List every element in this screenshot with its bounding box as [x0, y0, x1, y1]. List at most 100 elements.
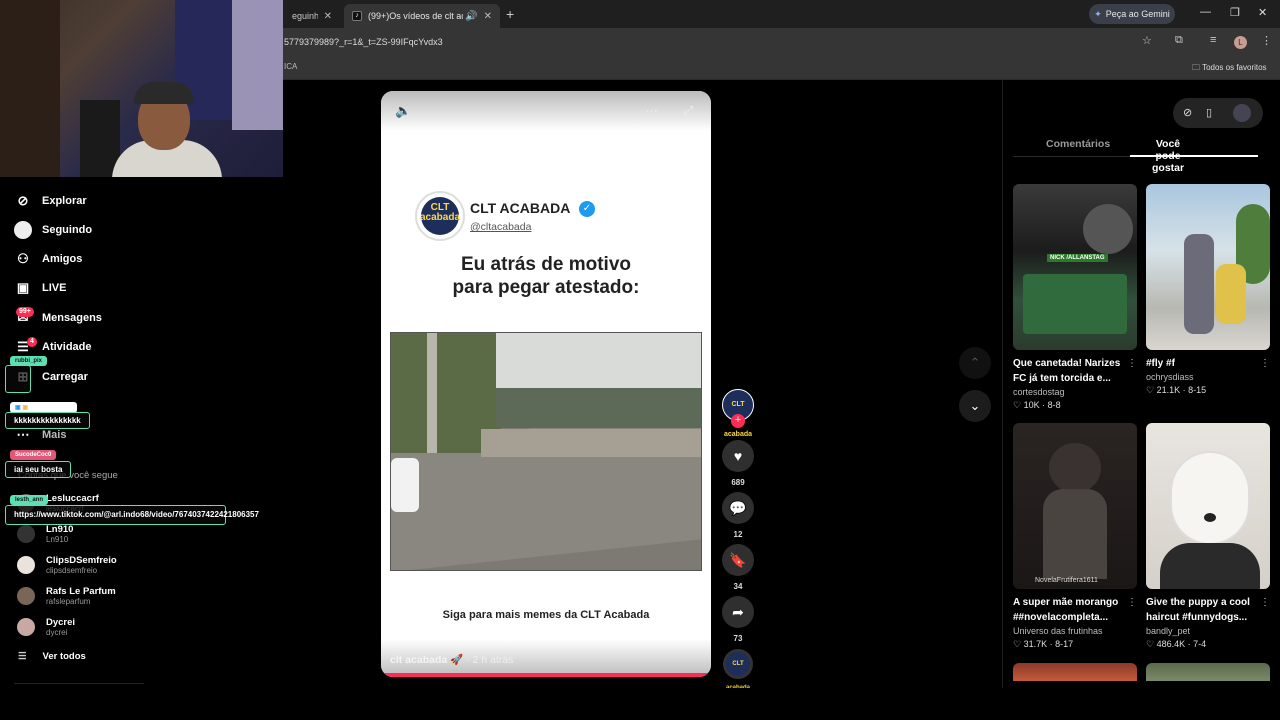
profile-avatar[interactable]: L [1234, 36, 1247, 49]
new-tab-button[interactable]: + [506, 6, 514, 22]
follow-button[interactable]: + [731, 414, 745, 428]
video-card[interactable]: #fly #f ⋮ ochrysdiass ♡ 21.1K · 8-15 [1146, 184, 1270, 396]
chat-message: kkkkkkkkkkkkkkk [5, 412, 90, 429]
account-name: ClipsDSemfreio [46, 555, 117, 566]
followed-account[interactable]: Dycrei dycrei [17, 614, 75, 640]
see-all-button[interactable]: ☰ Ver todos [18, 651, 86, 662]
card-meta: ♡ 21.1K · 8-15 [1146, 385, 1270, 396]
folder-icon: 🗀 [1192, 63, 1200, 72]
bookmark-item[interactable]: ICA [284, 62, 297, 71]
video-progress-bar[interactable] [381, 673, 711, 677]
menu-dots-icon[interactable]: ⋮ [1261, 34, 1272, 47]
nav-amigos[interactable]: ⚇ Amigos [14, 248, 82, 270]
nav-seguindo[interactable]: Seguindo [14, 219, 92, 241]
speaker-icon[interactable]: 🔊 [465, 11, 477, 22]
thumbnail-character-body [1043, 489, 1107, 579]
video-author[interactable]: clt acabada 🚀 · 2 h atrás [390, 653, 513, 666]
gemini-button[interactable]: ✦ Peça ao Gemini [1089, 4, 1175, 24]
rocket-icon: 🚀 [450, 654, 467, 666]
nav-label: Amigos [42, 253, 83, 265]
compass-icon[interactable]: ⊘ [1183, 106, 1192, 119]
webcam-overlay [0, 0, 283, 177]
account-handle: rafsleparfum [46, 597, 91, 606]
card-date: 8-15 [1188, 385, 1207, 395]
previous-video-button[interactable]: ⌃ [959, 347, 991, 379]
nav-atividade[interactable]: ☰ Atividade [14, 336, 91, 358]
nav-explorar[interactable]: ⊘ Explorar [14, 190, 87, 212]
video-caption: Siga para mais memes da CLT Acabada [442, 609, 650, 621]
account-handle: dycrei [46, 628, 68, 637]
dot-separator: · [1042, 400, 1046, 410]
dot-separator: · [1049, 639, 1053, 649]
restore-icon[interactable]: ❐ [1230, 6, 1240, 19]
screen: eguinho - ✕ ♪ (99+)Os vídeos de clt acab… [0, 0, 1280, 720]
comment-button[interactable]: 💬 12 [722, 492, 754, 539]
next-video-button[interactable]: ⌄ [959, 390, 991, 422]
card-author: ochrysdiass [1146, 372, 1194, 382]
avatar[interactable] [1233, 104, 1251, 122]
phone-icon[interactable]: ▯ [1206, 106, 1212, 119]
close-tab-icon[interactable]: ✕ [484, 11, 492, 22]
video-thumbnail[interactable]: NICK /ALLANSTAG [1013, 184, 1137, 350]
avatar [17, 587, 35, 605]
video-card[interactable]: NovelaFrutifera1611 A super mãe morango … [1013, 423, 1137, 650]
card-more-icon[interactable]: ⋮ [1127, 597, 1137, 608]
nav-live[interactable]: ▣ LIVE [14, 277, 67, 299]
comment-icon: 💬 [722, 492, 754, 524]
video-thumbnail[interactable] [1146, 423, 1270, 589]
url-field[interactable]: 5779379989?_r=1&_t=ZS-99IFqcYvdx3 [284, 37, 443, 47]
clip-car [391, 458, 419, 512]
share-button[interactable]: ➦ 73 [722, 596, 754, 643]
video-thumbnail[interactable] [1146, 184, 1270, 350]
card-more-icon[interactable]: ⋮ [1127, 358, 1137, 369]
card-title: Give the puppy a cool haircut #funnydogs… [1146, 597, 1250, 623]
browser-tab-active[interactable]: ♪ (99+)Os vídeos de clt acaba 🔊 ✕ [344, 4, 500, 28]
followed-account[interactable]: Rafs Le Parfum rafsleparfum [17, 583, 116, 609]
close-tab-icon[interactable]: ✕ [324, 11, 332, 22]
browser-tab-inactive[interactable]: eguinho - ✕ [284, 4, 340, 28]
video-card[interactable]: Give the puppy a cool haircut #funnydogs… [1146, 423, 1270, 650]
thumbnail-overlay-text: NICK /ALLANSTAG [1047, 254, 1108, 262]
video-thumbnail[interactable] [1146, 663, 1270, 681]
extensions-icon[interactable]: ⧉ [1175, 34, 1183, 47]
like-count: 689 [731, 478, 745, 487]
video-thumbnail[interactable]: NovelaFrutifera1611 [1013, 423, 1137, 589]
more-options-icon[interactable]: ⋯ [645, 103, 658, 119]
heart-icon: ♥ [722, 440, 754, 472]
minimize-icon[interactable]: — [1200, 6, 1211, 18]
media-control-icon[interactable]: ≡ [1210, 34, 1216, 46]
video-card[interactable]: NICK /ALLANSTAG Que canetada! Narizes FC… [1013, 184, 1137, 411]
followed-account[interactable]: ClipsDSemfreio clipsdsemfreio [17, 552, 117, 578]
avatar [17, 618, 35, 636]
video-player[interactable]: 🔈 ⋯ ⤢ CLT acabada CLT ACABADA ✓ @cltacab… [381, 91, 711, 677]
card-more-icon[interactable]: ⋮ [1260, 597, 1270, 608]
account-name: Dycrei [46, 617, 76, 628]
author-name: clt acabada [390, 654, 448, 666]
nav-label: Mensagens [42, 312, 102, 324]
video-thumbnail[interactable] [1013, 663, 1137, 681]
card-likes: 486.4K [1156, 639, 1186, 649]
card-title: A super mãe morango ##novelacompleta... [1013, 597, 1119, 623]
close-window-icon[interactable]: ✕ [1258, 6, 1267, 19]
gemini-label: Peça ao Gemini [1105, 9, 1170, 19]
dot-separator: · [1187, 639, 1191, 649]
tab-comments[interactable]: Comentários [1046, 138, 1110, 150]
fullscreen-icon[interactable]: ⤢ [683, 103, 693, 119]
following-icon [14, 221, 32, 239]
all-bookmarks-button[interactable]: 🗀 Todos os favoritos [1192, 62, 1267, 76]
see-all-label: Ver todos [42, 651, 86, 662]
save-button[interactable]: 🔖 34 [722, 544, 754, 591]
card-meta: ♡ 31.7K · 8-17 [1013, 639, 1137, 650]
volume-icon[interactable]: 🔈 [395, 103, 411, 119]
tab-title: eguinho - [292, 11, 318, 21]
bookmark-star-icon[interactable]: ☆ [1142, 34, 1152, 47]
music-disc[interactable]: CLT acabada [723, 649, 753, 691]
bookmark-icon: 🔖 [722, 544, 754, 576]
like-button[interactable]: ♥ 689 [722, 440, 754, 487]
nav-label: Seguindo [42, 224, 93, 236]
thumbnail-dog-nose [1204, 513, 1216, 522]
save-count: 34 [733, 582, 743, 591]
video-top-gradient [381, 91, 711, 131]
card-more-icon[interactable]: ⋮ [1260, 358, 1270, 369]
heart-outline-icon: ♡ [1146, 385, 1155, 395]
